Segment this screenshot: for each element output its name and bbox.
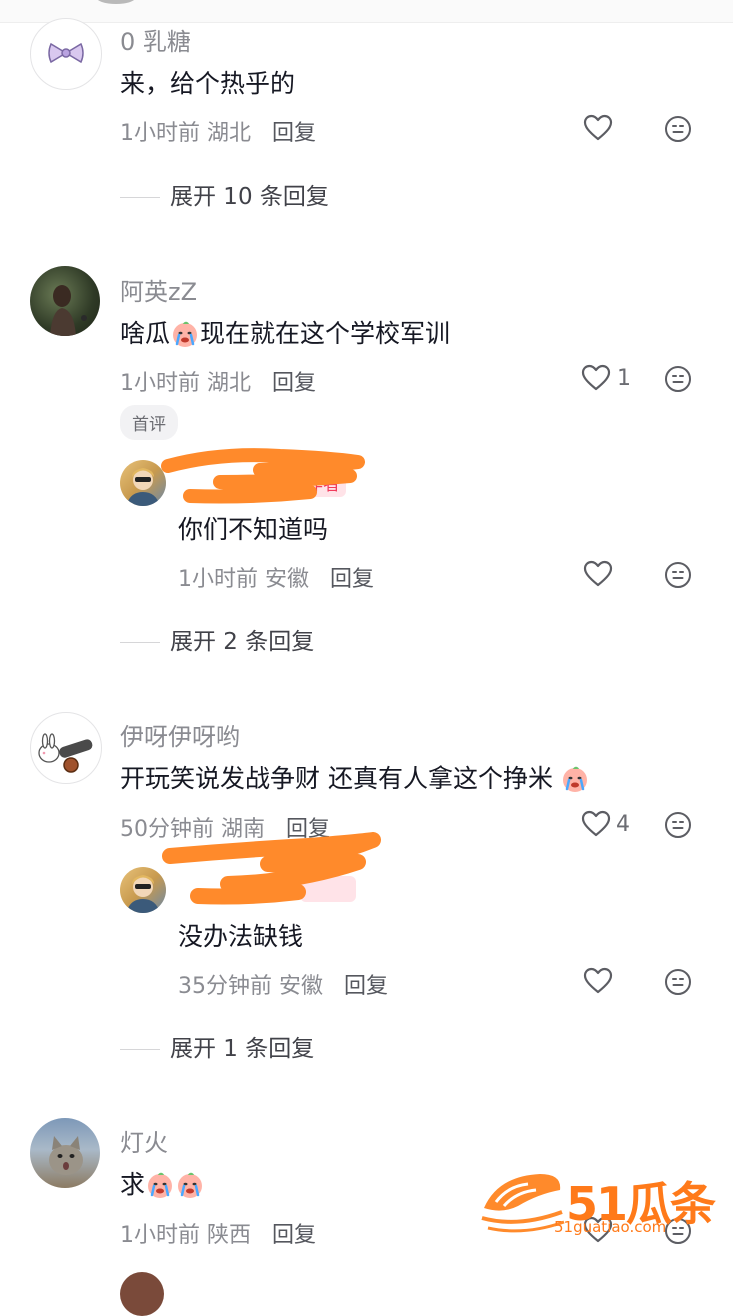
watermark-domain: 51guatiao.com (554, 1218, 667, 1236)
reply-text: 你们不知道吗 (178, 515, 329, 544)
like-count: 4 (616, 812, 630, 837)
comment-meta: 1小时前 陕西 回复 (120, 1217, 316, 1249)
avatar[interactable] (30, 712, 102, 784)
comment-text: 开玩笑说发战争财 还真有人拿这个挣米 (120, 759, 590, 795)
comment-location: 湖北 (207, 371, 252, 396)
comment-text-part: 求 (120, 1170, 146, 1199)
comment-username[interactable]: 伊呀伊呀哟 (120, 717, 240, 752)
divider (120, 1049, 160, 1050)
comment-text-part: 现在就在这个学校军训 (200, 319, 451, 348)
heart-outline-icon[interactable] (580, 362, 612, 394)
expand-label: 展开 2 条回复 (170, 629, 315, 655)
reply-button[interactable]: 回复 (272, 371, 316, 396)
expand-replies-button[interactable]: 展开 10 条回复 (120, 177, 329, 211)
redaction-scribble (162, 832, 381, 905)
top-edge (0, 0, 733, 23)
face-icon[interactable] (664, 811, 692, 839)
reply-location: 安徽 (265, 567, 310, 592)
reply-button[interactable]: 回复 (272, 121, 316, 146)
comment-text: 求 (120, 1165, 205, 1201)
expand-replies-button[interactable]: 展开 2 条回复 (120, 622, 314, 656)
heart-outline-icon[interactable] (582, 558, 614, 590)
comment-username[interactable]: 阿英zZ (120, 272, 197, 307)
person-avatar-image (50, 285, 87, 336)
divider (120, 642, 160, 643)
comment-text: 来，给个热乎的 (120, 69, 296, 98)
bow-avatar-image (48, 42, 84, 64)
reply-time: 1小时前 (178, 567, 258, 592)
comment-meta: 1小时前 湖北 回复 (120, 365, 316, 397)
reply-button[interactable]: 回复 (344, 974, 388, 999)
reply-button[interactable]: 回复 (330, 567, 374, 592)
crying-peach-emoji (171, 320, 199, 348)
divider (120, 197, 160, 198)
comment-location: 陕西 (207, 1223, 252, 1248)
comment-text: 啥瓜 现在就在这个学校军训 (120, 314, 450, 350)
heart-outline-icon[interactable] (582, 112, 614, 144)
heart-outline-icon[interactable] (580, 808, 612, 840)
reply-time: 35分钟前 (178, 974, 272, 999)
redaction-scribble (161, 448, 365, 504)
bunny-cannon-avatar-image (38, 733, 93, 773)
face-icon[interactable] (664, 115, 692, 143)
comment-username[interactable]: 0 乳糖 (120, 22, 191, 57)
watermark: 51瓜条 51guatiao.com (478, 1168, 718, 1242)
reply-meta: 1小时前 安徽 回复 (178, 561, 374, 593)
comment-text-part: 开玩笑说发战争财 还真有人拿这个挣米 (120, 764, 553, 793)
avatar[interactable] (30, 266, 100, 336)
comment-time: 1小时前 (120, 371, 200, 396)
comment-location: 湖北 (207, 121, 252, 146)
first-comment-badge: 首评 (120, 405, 178, 440)
comment-meta: 1小时前 湖北 回复 (120, 115, 316, 147)
comment-time: 1小时前 (120, 1223, 200, 1248)
face-icon[interactable] (664, 365, 692, 393)
crying-peach-emoji (146, 1171, 174, 1199)
crying-peach-emoji (176, 1171, 204, 1199)
comment-username[interactable]: 灯火 (120, 1123, 168, 1158)
expand-label: 展开 1 条回复 (170, 1036, 315, 1062)
reply-meta: 35分钟前 安徽 回复 (178, 968, 388, 1000)
cropped-avatar (96, 0, 136, 4)
reply-button[interactable]: 回复 (272, 1223, 316, 1248)
comment-text-part: 啥瓜 (120, 319, 171, 348)
avatar[interactable] (30, 18, 102, 90)
cat-avatar-image (49, 1136, 83, 1175)
comment-time: 1小时前 (120, 121, 200, 146)
face-icon[interactable] (664, 561, 692, 589)
face-icon[interactable] (664, 968, 692, 996)
expand-replies-button[interactable]: 展开 1 条回复 (120, 1029, 314, 1063)
reply-location: 安徽 (279, 974, 324, 999)
reply-text: 没办法缺钱 (178, 922, 304, 951)
next-avatar-partial (120, 1272, 164, 1316)
avatar[interactable] (30, 1118, 100, 1188)
like-count: 1 (617, 366, 631, 391)
crying-peach-emoji (561, 765, 589, 793)
heart-outline-icon[interactable] (582, 965, 614, 997)
expand-label: 展开 10 条回复 (170, 184, 329, 210)
